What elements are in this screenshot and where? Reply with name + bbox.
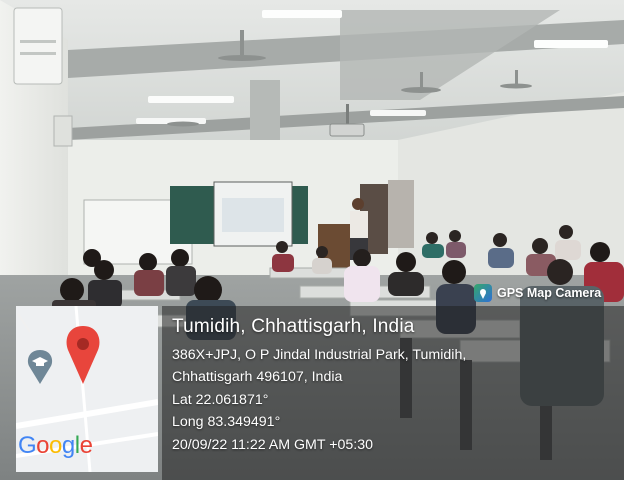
longitude: Long 83.349491° <box>172 414 281 431</box>
datetime: 20/09/22 11:22 AM GMT +05:30 <box>172 436 373 453</box>
gps-map-camera-badge: GPS Map Camera <box>474 282 601 304</box>
gps-map-camera-label: GPS Map Camera <box>497 286 602 300</box>
gps-map-camera-icon <box>474 284 492 302</box>
location-title: Tumidih, Chhattisgarh, India <box>172 316 415 337</box>
air-conditioner-icon <box>13 7 63 85</box>
address-line-1: 386X+JPJ, O P Jindal Industrial Park, Tu… <box>172 347 467 363</box>
gps-info-text: Tumidih, Chhattisgarh, India 386X+JPJ, O… <box>172 316 622 456</box>
address-line-2: Chhattisgarh 496107, India <box>172 369 343 386</box>
latitude: Lat 22.061871° <box>172 391 269 408</box>
google-logo: Google <box>18 432 93 459</box>
